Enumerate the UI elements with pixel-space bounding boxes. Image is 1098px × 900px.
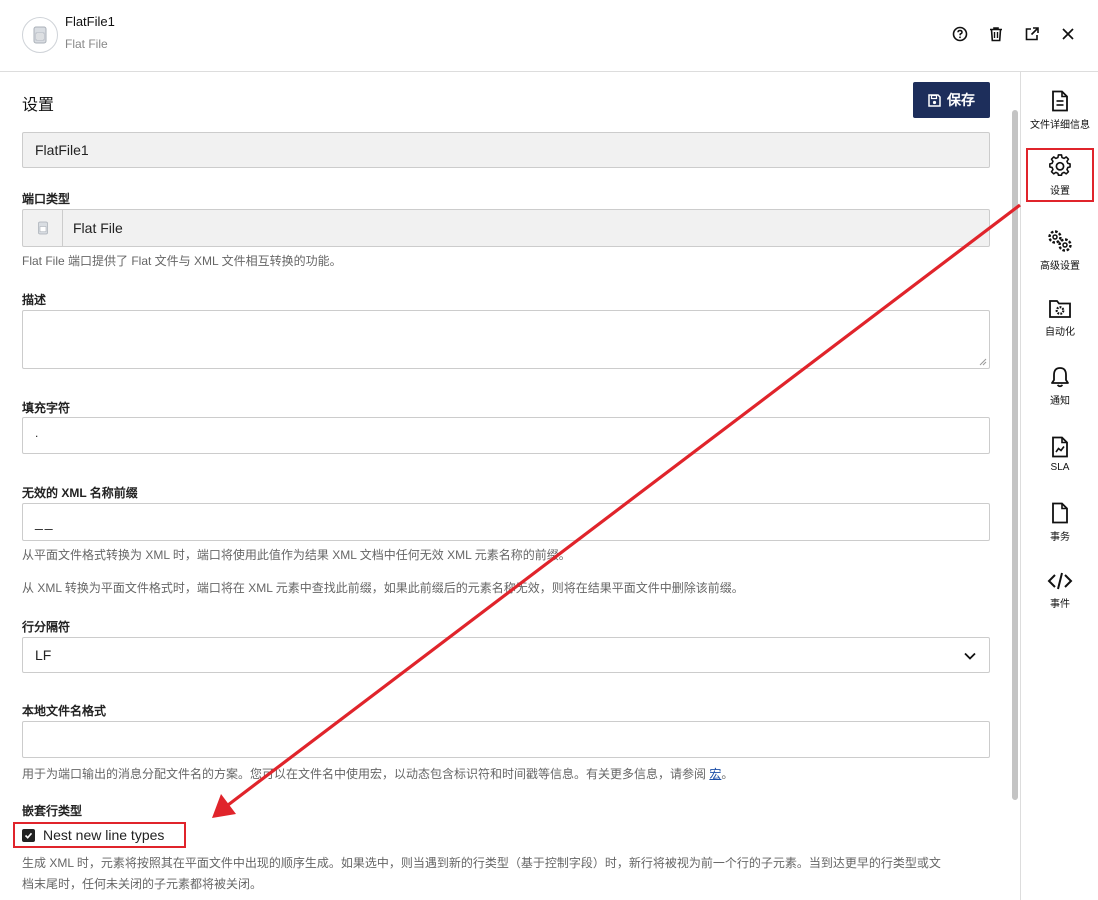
padding-char-label: 填充字符 xyxy=(22,401,71,415)
code-icon xyxy=(1047,572,1073,589)
name-field[interactable]: FlatFile1 xyxy=(22,132,990,168)
sidebar-item-advanced-settings[interactable]: 高级设置 xyxy=(1021,218,1098,282)
nest-new-line-types-checkbox[interactable] xyxy=(22,828,35,842)
description-textarea[interactable] xyxy=(22,310,990,369)
sidebar-item-label: 通知 xyxy=(1050,395,1070,407)
port-type-icon-cell xyxy=(23,210,63,246)
help-button[interactable] xyxy=(950,24,970,44)
external-link-icon xyxy=(1025,27,1039,41)
port-type-help: Flat File 端口提供了 Flat 文件与 XML 文件相互转换的功能。 xyxy=(22,254,342,268)
header-actions xyxy=(950,24,1078,44)
sidebar-item-automation[interactable]: 自动化 xyxy=(1021,286,1098,350)
content-scrollbar[interactable] xyxy=(1012,110,1018,800)
folder-gear-icon xyxy=(1049,299,1071,318)
local-filename-field[interactable] xyxy=(22,721,990,758)
port-type-field[interactable]: Flat File xyxy=(22,209,990,247)
nested-help-2: 档末尾时，任何未关闭的子元素都将被关闭。 xyxy=(22,877,263,891)
close-icon xyxy=(1062,28,1074,40)
port-type-value: Flat File xyxy=(73,220,123,236)
close-button[interactable] xyxy=(1058,24,1078,44)
sidebar-item-notifications[interactable]: 通知 xyxy=(1021,354,1098,418)
row-separator-value: LF xyxy=(35,647,52,663)
sidebar-item-file-details[interactable]: 文件详细信息 xyxy=(1021,78,1098,142)
delete-button[interactable] xyxy=(986,24,1006,44)
document-icon xyxy=(1052,90,1068,111)
row-separator-label: 行分隔符 xyxy=(22,620,71,634)
header: FlatFile1 Flat File xyxy=(0,0,1098,72)
right-sidebar: 文件详细信息 设置 高级设置 自动化 通知 SLA 事务 事件 xyxy=(1020,72,1098,900)
port-subtitle: Flat File xyxy=(65,37,108,51)
description-label: 描述 xyxy=(22,293,47,307)
sidebar-item-label: 设置 xyxy=(1050,185,1070,197)
pop-out-button[interactable] xyxy=(1022,24,1042,44)
sidebar-item-settings[interactable]: 设置 xyxy=(1026,148,1094,202)
resize-handle-icon[interactable] xyxy=(979,358,987,366)
port-title: FlatFile1 xyxy=(65,14,115,29)
sidebar-item-label: 事务 xyxy=(1050,531,1070,543)
help-icon xyxy=(952,26,968,42)
local-filename-help-text: 用于为端口输出的消息分配文件名的方案。您可以在文件名中使用宏，以动态包含标识符和… xyxy=(22,767,707,781)
nested-help-1: 生成 XML 时，元素将按照其在平面文件中出现的顺序生成。如果选中，则当遇到新的… xyxy=(22,856,941,870)
sidebar-item-sla[interactable]: SLA xyxy=(1021,422,1098,486)
row-separator-select[interactable]: LF xyxy=(22,637,990,673)
file-icon xyxy=(1052,502,1068,523)
save-icon xyxy=(928,93,941,107)
padding-char-field[interactable]: . xyxy=(22,417,990,454)
invalid-prefix-label: 无效的 XML 名称前缀 xyxy=(22,486,138,500)
local-filename-label: 本地文件名格式 xyxy=(22,704,107,718)
sidebar-item-label: 高级设置 xyxy=(1040,260,1080,272)
local-filename-help: 用于为端口输出的消息分配文件名的方案。您可以在文件名中使用宏，以动态包含标识符和… xyxy=(22,765,733,782)
gears-icon xyxy=(1048,229,1072,252)
checkmark-icon xyxy=(24,832,33,839)
invalid-prefix-help-1: 从平面文件格式转换为 XML 时，端口将使用此值作为结果 XML 文档中任何无效… xyxy=(22,548,571,562)
flat-file-icon xyxy=(33,26,47,44)
port-logo xyxy=(22,17,58,53)
settings-bar: 设置 保存 xyxy=(0,72,1020,130)
save-button-label: 保存 xyxy=(947,92,975,108)
sidebar-item-label: SLA xyxy=(1050,461,1070,473)
sla-document-icon xyxy=(1052,436,1068,457)
invalid-prefix-help-2: 从 XML 转换为平面文件格式时，端口将在 XML 元素中查找此前缀，如果此前缀… xyxy=(22,581,744,595)
macros-link[interactable]: 宏 xyxy=(709,767,721,781)
sidebar-item-label: 事件 xyxy=(1050,598,1070,610)
local-filename-help-end: 。 xyxy=(721,767,734,781)
sidebar-item-events[interactable]: 事件 xyxy=(1021,558,1098,622)
invalid-prefix-field[interactable]: __ xyxy=(22,503,990,541)
nest-new-line-types-label: Nest new line types xyxy=(43,827,165,843)
sidebar-item-label: 自动化 xyxy=(1045,326,1075,338)
gear-icon xyxy=(1049,153,1071,176)
trash-icon xyxy=(990,27,1002,42)
nest-new-line-types-checkbox-row[interactable]: Nest new line types xyxy=(22,827,164,843)
nested-line-types-label: 嵌套行类型 xyxy=(22,804,83,818)
bell-icon xyxy=(1051,366,1069,387)
sidebar-item-label: 文件详细信息 xyxy=(1030,119,1090,131)
port-type-label: 端口类型 xyxy=(22,192,71,206)
chevron-down-icon xyxy=(964,652,976,660)
sidebar-item-transactions[interactable]: 事务 xyxy=(1021,490,1098,554)
settings-title: 设置 xyxy=(22,97,55,114)
save-button[interactable]: 保存 xyxy=(913,82,990,118)
settings-content: FlatFile1 端口类型 Flat File Flat File 端口提供了… xyxy=(0,130,1008,900)
flat-file-icon xyxy=(37,221,48,235)
